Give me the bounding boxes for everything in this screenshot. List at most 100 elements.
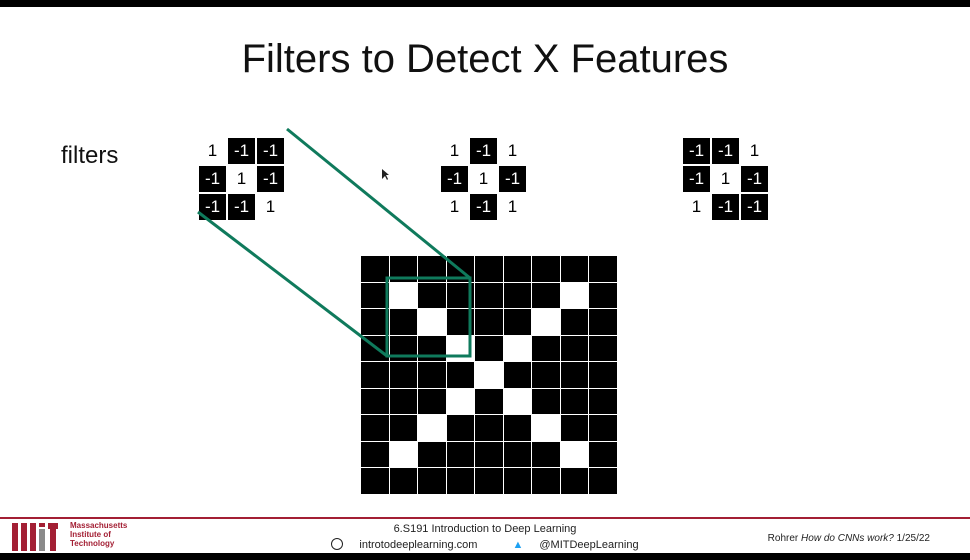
image-pixel xyxy=(418,441,446,467)
filter-2: 1 -1 1 -1 1 -1 1 -1 1 xyxy=(440,137,527,221)
image-pixel xyxy=(475,468,503,494)
filter-cell: 1 xyxy=(498,193,527,221)
image-pixel xyxy=(389,309,417,335)
filter-cell: -1 xyxy=(740,165,769,193)
image-pixel xyxy=(418,256,446,282)
image-pixel xyxy=(446,441,474,467)
image-pixel xyxy=(503,309,531,335)
image-pixel xyxy=(361,441,389,467)
image-pixel xyxy=(446,415,474,441)
filter-1: 1 -1 -1 -1 1 -1 -1 -1 1 xyxy=(198,137,285,221)
filter-cell: -1 xyxy=(256,137,285,165)
image-pixel xyxy=(446,309,474,335)
filter-cell: 1 xyxy=(498,137,527,165)
image-pixel xyxy=(418,309,446,335)
image-pixel xyxy=(446,282,474,308)
image-pixel xyxy=(446,256,474,282)
image-pixel xyxy=(361,309,389,335)
filter-cell: -1 xyxy=(198,165,227,193)
slide-footer: Massachusetts Institute of Technology 6.… xyxy=(0,517,970,553)
image-pixel xyxy=(361,335,389,361)
image-pixel xyxy=(475,335,503,361)
image-pixel xyxy=(503,362,531,388)
globe-icon xyxy=(331,538,344,550)
image-pixel xyxy=(446,335,474,361)
image-pixel xyxy=(389,362,417,388)
image-pixel xyxy=(503,388,531,414)
image-pixel xyxy=(560,256,588,282)
filter-cell: 1 xyxy=(227,165,256,193)
image-pixel xyxy=(532,362,560,388)
image-pixel xyxy=(560,441,588,467)
image-pixel xyxy=(361,362,389,388)
image-pixel xyxy=(418,468,446,494)
image-pixel xyxy=(446,388,474,414)
image-pixel xyxy=(560,468,588,494)
filter-cell: 1 xyxy=(469,165,498,193)
image-pixel xyxy=(589,335,617,361)
connector-line-bottom xyxy=(197,210,388,358)
twitter-handle: @MITDeepLearning xyxy=(539,539,639,551)
filter-cell: -1 xyxy=(227,193,256,221)
image-pixel xyxy=(389,335,417,361)
image-pixel xyxy=(532,441,560,467)
image-pixel xyxy=(361,468,389,494)
image-pixel xyxy=(389,388,417,414)
twitter-link[interactable]: ▲ @MITDeepLearning xyxy=(504,539,646,551)
filter-cell: -1 xyxy=(682,137,711,165)
credit-line: Rohrer How do CNNs work? 1/25/22 xyxy=(768,533,930,544)
filter-cell: 1 xyxy=(256,193,285,221)
x-image-grid xyxy=(360,255,618,495)
image-pixel xyxy=(389,441,417,467)
mouse-cursor-icon xyxy=(382,169,389,180)
slide: Filters to Detect X Features filters 1 -1… xyxy=(0,7,970,553)
website-text: introtodeeplearning.com xyxy=(359,539,478,551)
credit-author: Rohrer xyxy=(767,533,799,544)
filter-cell: -1 xyxy=(198,193,227,221)
image-pixel xyxy=(361,256,389,282)
image-pixel xyxy=(532,256,560,282)
image-pixel xyxy=(589,468,617,494)
image-pixel xyxy=(589,415,617,441)
image-pixel xyxy=(389,415,417,441)
image-pixel xyxy=(503,256,531,282)
image-pixel xyxy=(418,415,446,441)
image-pixel xyxy=(589,441,617,467)
filter-cell: -1 xyxy=(469,137,498,165)
image-pixel xyxy=(475,441,503,467)
image-pixel xyxy=(532,335,560,361)
filter-cell: 1 xyxy=(740,137,769,165)
image-pixel xyxy=(560,309,588,335)
image-pixel xyxy=(446,468,474,494)
credit-date: 1/25/22 xyxy=(896,533,930,544)
filter-cell: 1 xyxy=(198,137,227,165)
image-pixel xyxy=(503,282,531,308)
image-pixel xyxy=(418,362,446,388)
image-pixel xyxy=(503,468,531,494)
twitter-icon: ▲ xyxy=(512,539,524,551)
image-pixel xyxy=(560,362,588,388)
filter-cell: -1 xyxy=(682,165,711,193)
filter-cell: -1 xyxy=(498,165,527,193)
image-pixel xyxy=(389,282,417,308)
image-pixel xyxy=(446,362,474,388)
image-pixel xyxy=(389,256,417,282)
image-pixel xyxy=(532,415,560,441)
image-pixel xyxy=(475,282,503,308)
image-pixel xyxy=(503,415,531,441)
filter-cell: -1 xyxy=(711,137,740,165)
image-pixel xyxy=(532,388,560,414)
filter-cell: 1 xyxy=(711,165,740,193)
image-pixel xyxy=(475,256,503,282)
filter-cell: -1 xyxy=(740,193,769,221)
filter-cell: 1 xyxy=(440,137,469,165)
website-link[interactable]: introtodeeplearning.com xyxy=(323,538,485,551)
filter-3: -1 -1 1 -1 1 -1 1 -1 -1 xyxy=(682,137,769,221)
image-pixel xyxy=(389,468,417,494)
filter-cell: 1 xyxy=(440,193,469,221)
image-pixel xyxy=(503,335,531,361)
image-pixel xyxy=(560,388,588,414)
image-pixel xyxy=(532,309,560,335)
filter-cell: -1 xyxy=(227,137,256,165)
filter-cell: -1 xyxy=(256,165,285,193)
